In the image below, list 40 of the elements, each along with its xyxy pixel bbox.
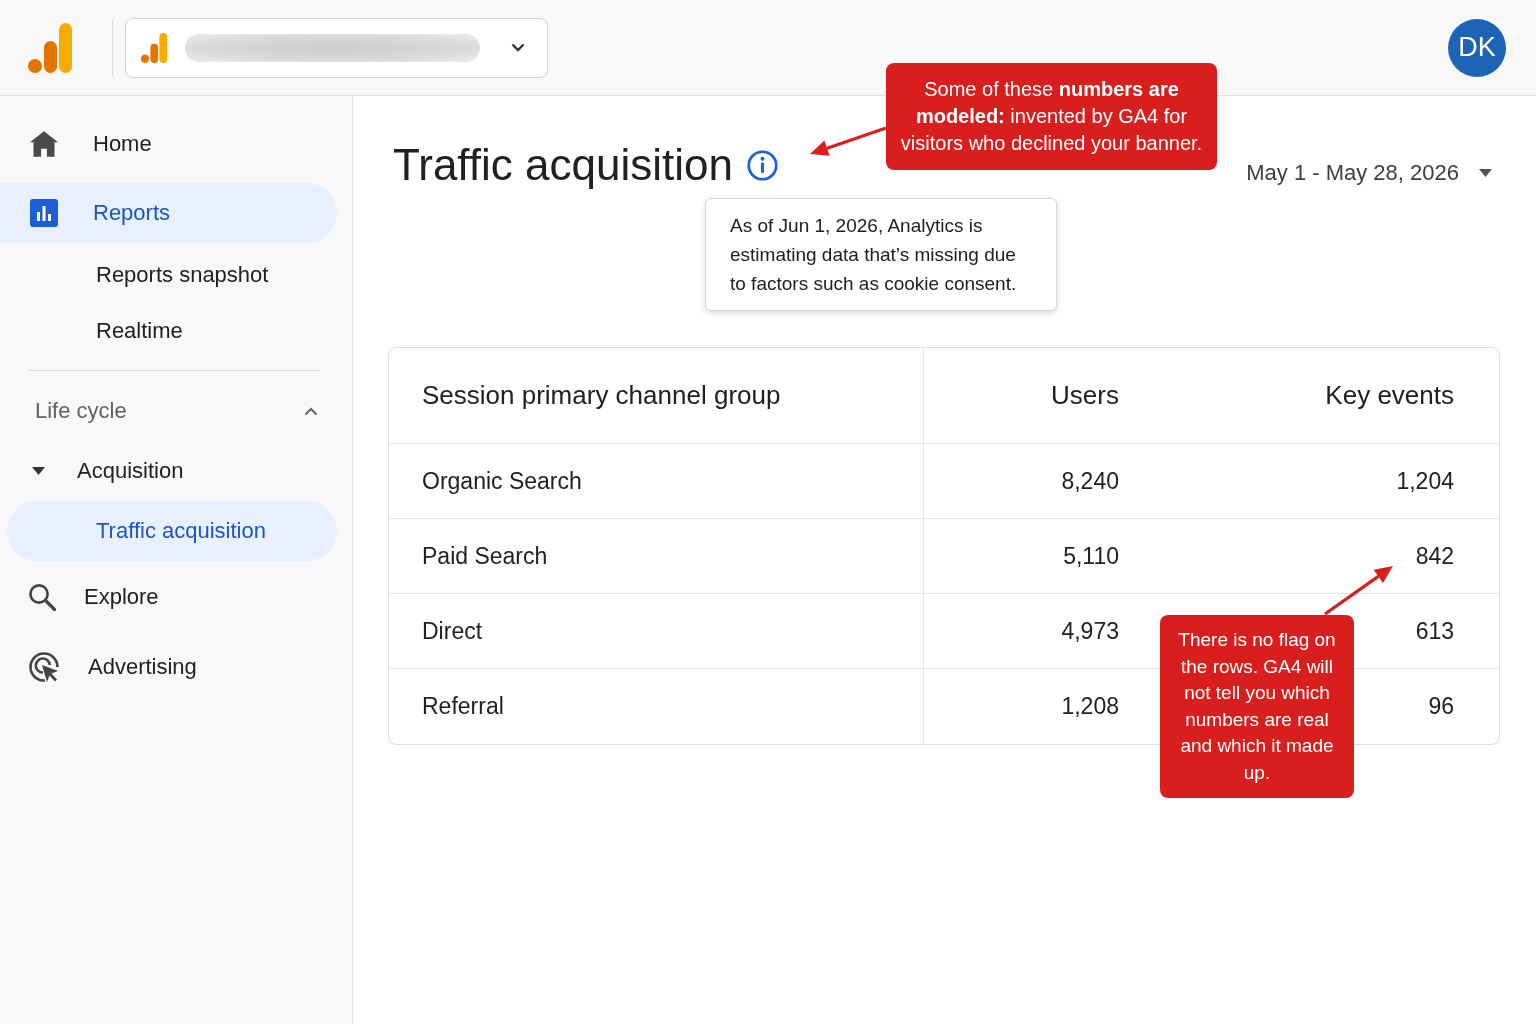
nav-item[interactable]: Reports [0,183,337,243]
annotation-callout: Some of these numbers are modeled: invented by GA4 for visitors who declined your banner. [886,63,1217,170]
table-cell: Direct [422,617,483,645]
nav-subitem[interactable]: Traffic acquisition [7,501,337,561]
table-cell: Referral [422,693,504,720]
section-header[interactable]: Life cycle [35,381,318,441]
nav-group[interactable]: Acquisition [32,441,184,501]
table-cell: 613 [1415,617,1454,645]
column-header: Session primary channel group [422,380,781,411]
home-icon [30,130,58,158]
table-cell: 5,110 [1063,542,1119,570]
bar-chart-logo-icon [28,22,72,73]
table-cell: 1,204 [1396,467,1454,495]
nav-item[interactable]: Advertising [28,637,197,697]
table-cell: 842 [1415,542,1454,570]
column-header: Key events [1325,380,1454,411]
table-cell: 96 [1428,693,1454,720]
date-range-button[interactable]: May 1 - May 28, 2026 [1246,160,1492,186]
search-icon [28,583,56,611]
annotation-callout: There is no flag on the rows. GA4 will not tell you which numbers are real and which it made up. [1160,615,1354,798]
table-cell: 8,240 [1061,467,1119,495]
info-icon[interactable] [746,149,778,181]
table-cell: Paid Search [422,542,548,570]
nav-subitem[interactable]: Reports snapshot [96,247,269,303]
tooltip: As of Jun 1, 2026, Analytics is estimating data that’s missing due to factors such as cookie consent. [705,198,1057,311]
caret-down-icon [1479,169,1492,177]
table-cell: 4,973 [1061,617,1119,645]
target-cursor-icon [28,651,60,683]
chevron-down-icon [511,43,525,52]
nav-item[interactable]: Home [30,114,152,174]
nav-subitem[interactable]: Realtime [96,303,183,359]
annotation-arrow [1324,566,1393,616]
table-cell: Organic Search [422,467,582,495]
nav-item[interactable]: Explore [28,567,159,627]
avatar[interactable]: DK [1448,18,1506,77]
bar-chart-icon [30,199,58,227]
page-title: Traffic acquisition [393,140,733,190]
bar-chart-logo-icon [140,32,168,63]
table-cell: 1,208 [1061,693,1119,720]
column-header: Users [1051,380,1119,411]
